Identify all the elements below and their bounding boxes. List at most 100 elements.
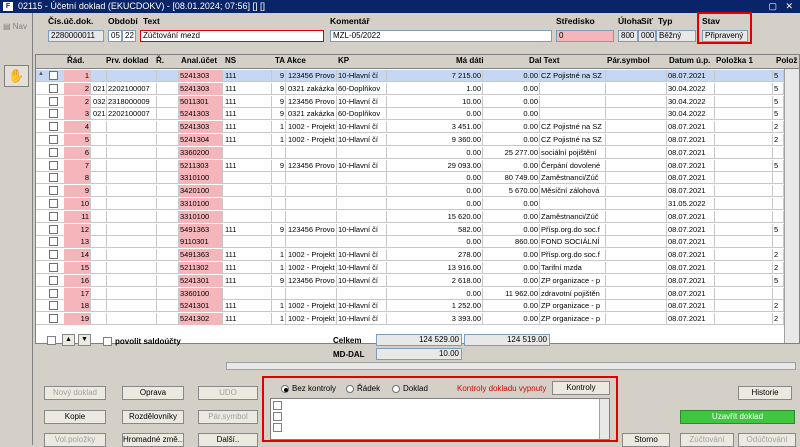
table-row[interactable]: 19 5241302 111 1 1002 - Projekt 10-Hlavní čí 3… [36, 313, 799, 326]
historie-button[interactable]: Historie [738, 386, 792, 400]
row-checkbox[interactable] [49, 224, 58, 234]
row-checkbox[interactable] [49, 263, 58, 272]
cell-acc[interactable]: 9110301 [179, 236, 223, 249]
cell-akce[interactable]: 1002 - Projekt [287, 134, 337, 146]
cell-r[interactable] [157, 300, 179, 313]
center-field[interactable]: 0 [556, 30, 614, 42]
cell-r[interactable] [157, 249, 179, 262]
cell-txt[interactable]: Čerpání dovolené [540, 159, 606, 172]
cell-dal[interactable]: 0.00 [483, 70, 540, 82]
cell-txt[interactable] [540, 95, 606, 108]
cell-akce[interactable]: 123456 Provo [287, 274, 337, 287]
cell-p2[interactable]: 2 [773, 134, 784, 146]
radio-bez-kontroly[interactable] [281, 385, 289, 393]
cell-ns[interactable]: 111 [224, 134, 272, 146]
cell-akce[interactable] [287, 146, 337, 159]
row-checkbox[interactable] [49, 122, 58, 132]
cell-n[interactable]: 14 [64, 249, 91, 262]
cell-txt[interactable]: Zaměstnanci/Zúč [540, 172, 606, 185]
cell-p2[interactable]: 2 [773, 121, 784, 134]
cell-sym[interactable] [606, 313, 667, 326]
cell-dat[interactable]: 30.04.2022 [667, 108, 715, 121]
row-checkbox[interactable] [49, 275, 58, 285]
cell-p1[interactable] [715, 313, 773, 326]
cell-dat[interactable]: 31.05.2022 [667, 198, 715, 210]
cell-a[interactable] [92, 300, 107, 313]
select-all-checkbox[interactable] [47, 336, 56, 345]
cell-sym[interactable] [606, 262, 667, 274]
cell-ta[interactable]: 9 [272, 223, 286, 236]
cell-ta[interactable] [272, 185, 286, 198]
cell-b[interactable] [107, 159, 157, 172]
cell-dat[interactable]: 08.07.2021 [667, 210, 715, 223]
row-checkbox[interactable] [49, 211, 58, 221]
cell-akce[interactable] [287, 172, 337, 185]
cell-p1[interactable] [715, 82, 773, 95]
cell-ns[interactable] [224, 287, 272, 300]
cell-sym[interactable] [606, 172, 667, 185]
cell-p1[interactable] [715, 121, 773, 134]
cell-dal[interactable]: 0.00 [483, 198, 540, 210]
cell-p2[interactable] [773, 185, 784, 198]
cell-akce[interactable]: 123456 Provo [287, 95, 337, 108]
row-checkbox[interactable] [49, 250, 58, 260]
cell-txt[interactable]: sociální pojištění [540, 146, 606, 159]
cell-acc[interactable]: 5241303 [179, 70, 223, 82]
row-checkbox[interactable] [49, 83, 58, 93]
cell-md[interactable]: 3 393.00 [387, 313, 483, 326]
cell-akce[interactable] [287, 185, 337, 198]
cell-akce[interactable] [287, 198, 337, 210]
cell-txt[interactable] [540, 82, 606, 95]
cell-dal[interactable]: 0.00 [483, 262, 540, 274]
cell-acc[interactable]: 5491363 [179, 223, 223, 236]
cell-md[interactable]: 3 451.00 [387, 121, 483, 134]
cell-n[interactable]: 8 [64, 172, 91, 185]
cell-a[interactable]: 021 [92, 82, 107, 95]
col-row[interactable]: Řád. [67, 56, 84, 65]
cell-p1[interactable] [715, 274, 773, 287]
cell-txt[interactable]: zdravotní pojištěn [540, 287, 606, 300]
cell-akce[interactable] [287, 236, 337, 249]
move-down-button[interactable]: ▼ [78, 334, 91, 346]
col-ns[interactable]: NS [225, 56, 236, 65]
horizontal-scrollbar[interactable] [226, 362, 796, 370]
cell-ns[interactable] [224, 198, 272, 210]
cell-kp[interactable] [337, 185, 387, 198]
cell-dat[interactable]: 08.07.2021 [667, 249, 715, 262]
cell-ns[interactable]: 111 [224, 262, 272, 274]
cell-txt[interactable]: CZ Pojistné na SZ [540, 121, 606, 134]
cell-md[interactable]: 1.00 [387, 82, 483, 95]
cell-md[interactable]: 278.00 [387, 249, 483, 262]
cell-a[interactable] [92, 223, 107, 236]
row-checkbox[interactable] [49, 147, 58, 157]
table-row[interactable]: 2 021 2202100007 5241303 111 9 0321 zakázka 60-… [36, 82, 799, 95]
cell-n[interactable]: 12 [64, 223, 91, 236]
cell-acc[interactable]: 3310100 [179, 210, 223, 223]
cell-md[interactable]: 9 360.00 [387, 134, 483, 146]
cell-dat[interactable]: 30.04.2022 [667, 82, 715, 95]
cell-txt[interactable]: Měsíční zálohová [540, 185, 606, 198]
cell-r[interactable] [157, 236, 179, 249]
cell-p1[interactable] [715, 262, 773, 274]
cell-md[interactable]: 13 916.00 [387, 262, 483, 274]
cell-n[interactable]: 18 [64, 300, 91, 313]
row-checkbox[interactable] [49, 109, 58, 119]
cell-txt[interactable]: ZP organizace - p [540, 300, 606, 313]
cell-b[interactable] [107, 313, 157, 326]
cell-p2[interactable]: 5 [773, 82, 784, 95]
cell-p1[interactable] [715, 134, 773, 146]
comment-field[interactable]: MZL-05/2022 [330, 30, 552, 42]
col-kp[interactable]: KP [338, 56, 349, 65]
cell-ns[interactable]: 111 [224, 95, 272, 108]
table-row[interactable]: 14 5491363 111 1 1002 - Projekt 10-Hlavní čí 2… [36, 249, 799, 262]
cell-b[interactable] [107, 172, 157, 185]
cell-r[interactable] [157, 313, 179, 326]
cell-kp[interactable] [337, 146, 387, 159]
cell-dal[interactable]: 0.00 [483, 223, 540, 236]
cell-dat[interactable]: 08.07.2021 [667, 146, 715, 159]
cell-p2[interactable] [773, 210, 784, 223]
cell-p2[interactable]: 5 [773, 159, 784, 172]
cell-akce[interactable]: 1002 - Projekt [287, 249, 337, 262]
cell-p2[interactable] [773, 287, 784, 300]
cell-md[interactable]: 0.00 [387, 198, 483, 210]
